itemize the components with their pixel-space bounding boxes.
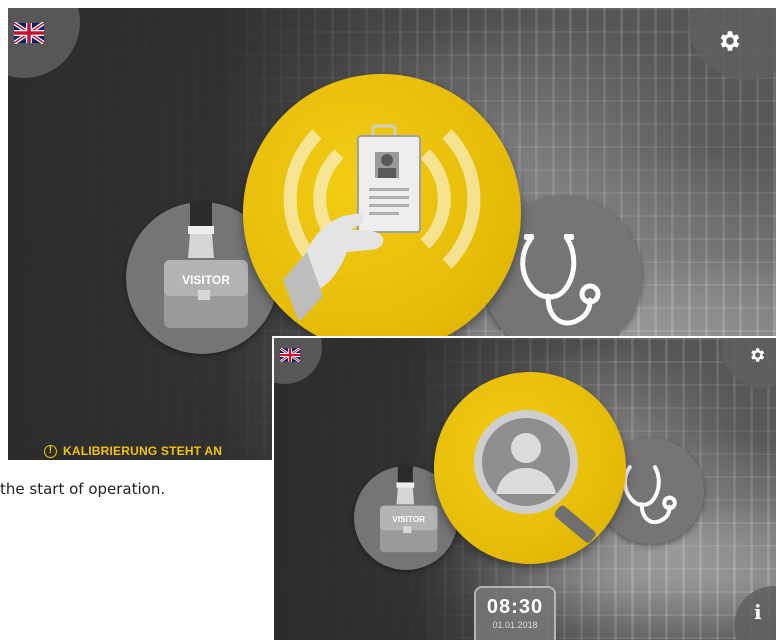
info-icon: i	[754, 600, 762, 624]
gear-icon	[751, 348, 765, 362]
visitor-label: VISITOR	[182, 273, 230, 287]
visitor-label: VISITOR	[392, 515, 425, 524]
uk-flag-icon	[280, 348, 300, 362]
badge-scan-button[interactable]	[243, 74, 521, 352]
clock-date: 01.01.2018	[492, 620, 538, 630]
uk-flag-icon	[14, 22, 44, 44]
warning-icon: !	[44, 444, 57, 458]
id-badge-rfid-icon	[283, 124, 481, 322]
calibration-warning: ! KALIBRIERUNG STEHT AN	[44, 444, 222, 458]
clock-time: 08:30	[486, 596, 544, 618]
warning-text: KALIBRIERUNG STEHT AN	[63, 444, 223, 458]
face-search-icon	[474, 410, 596, 543]
gear-icon	[720, 31, 740, 51]
caption-text: the start of operation.	[0, 480, 166, 498]
clock-widget: 08:30 01.01.2018	[474, 586, 556, 640]
face-recognition-button[interactable]	[434, 372, 626, 564]
